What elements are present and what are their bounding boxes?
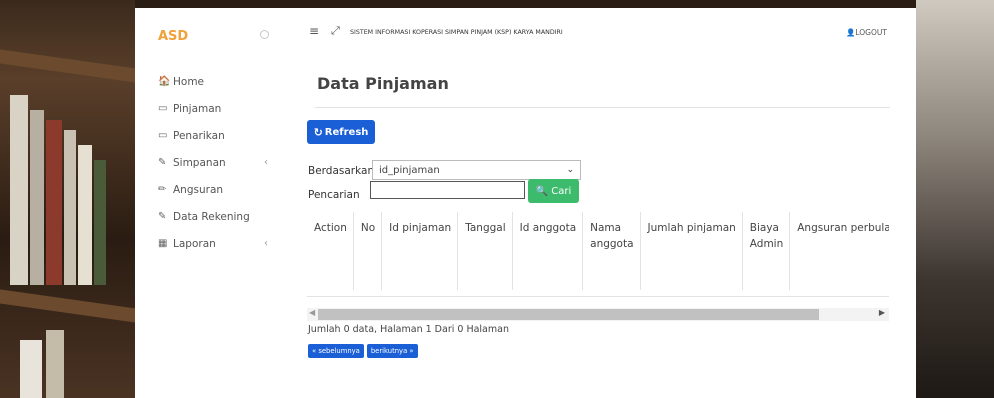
sidebar-item-simpanan[interactable]: ✎ Simpanan ‹ xyxy=(135,149,293,176)
app-title: SISTEM INFORMASI KOPERASI SIMPAN PINJAM … xyxy=(350,29,563,36)
column-header-text: anggota xyxy=(590,238,634,250)
column-header: Id anggota xyxy=(512,212,584,290)
scroll-left-icon[interactable]: ◀ xyxy=(309,308,315,317)
sidebar-item-label: Data Rekening xyxy=(173,210,250,223)
column-header: Biaya Admin xyxy=(742,212,791,290)
sidebar-toggle-icon[interactable] xyxy=(260,30,269,39)
column-header-text: No xyxy=(360,222,376,234)
column-header-text: Id pinjaman xyxy=(389,222,452,234)
pagination-info: Jumlah 0 data, Halaman 1 Dari 0 Halaman xyxy=(308,324,509,335)
sidebar: ASD 🏠 Home ▭ Pinjaman ▭ Penarikan ✎ Simpanan ‹ ✏ A… xyxy=(135,8,293,398)
column-header: Angsuran perbulan xyxy=(789,212,889,290)
sidebar-item-label: Penarikan xyxy=(173,129,225,142)
column-header: Nama anggota xyxy=(582,212,641,290)
filter-field-select[interactable]: id_pinjaman ⌄ xyxy=(372,160,581,180)
sidebar-item-laporan[interactable]: ▦ Laporan ‹ xyxy=(135,230,293,257)
previous-page-button[interactable]: « sebelumnya xyxy=(308,344,364,358)
edit-icon: ✎ xyxy=(158,157,167,168)
pencil-icon: ✏ xyxy=(158,184,167,195)
chevron-down-icon: ⌄ xyxy=(566,165,574,175)
chevron-left-icon: ‹ xyxy=(264,238,268,249)
column-header-text: Action xyxy=(314,222,347,234)
sidebar-item-penarikan[interactable]: ▭ Penarikan xyxy=(135,122,293,149)
select-value: id_pinjaman xyxy=(379,164,440,176)
column-header-text: Id anggota xyxy=(519,222,577,234)
column-header: Jumlah pinjaman xyxy=(640,212,743,290)
hamburger-menu-icon[interactable]: ≡ xyxy=(309,24,319,38)
column-header: Tanggal xyxy=(457,212,513,290)
sidebar-nav: 🏠 Home ▭ Pinjaman ▭ Penarikan ✎ Simpanan ‹ ✏ Angsu… xyxy=(135,68,293,257)
scroll-right-icon[interactable]: ▶ xyxy=(879,308,885,317)
fullscreen-icon[interactable]: ⤢ xyxy=(331,24,340,38)
horizontal-scrollbar[interactable]: ◀ ▶ xyxy=(307,308,889,321)
sidebar-item-label: Laporan xyxy=(173,237,216,250)
credit-card-icon: ▭ xyxy=(158,103,168,114)
background-bookshelf-left xyxy=(0,0,135,398)
search-button[interactable]: 🔍 Cari xyxy=(528,179,579,203)
loan-table: Action No Id pinjaman Tanggal Id anggota Nama… xyxy=(307,212,889,290)
filter-label: Berdasarkan: xyxy=(308,165,378,177)
loan-table-container: Action No Id pinjaman Tanggal Id anggota Nama… xyxy=(307,212,889,297)
column-header: Action xyxy=(307,212,354,290)
page-title: Data Pinjaman xyxy=(317,74,449,93)
sidebar-item-label: Angsuran xyxy=(173,183,224,196)
sidebar-item-label: Pinjaman xyxy=(173,102,222,115)
home-icon: 🏠 xyxy=(158,76,171,87)
brand-logo[interactable]: ASD xyxy=(158,29,188,44)
search-input[interactable] xyxy=(370,181,525,199)
column-header: No xyxy=(353,212,383,290)
search-button-label: Cari xyxy=(551,185,572,197)
main-content: ≡ ⤢ SISTEM INFORMASI KOPERASI SIMPAN PIN… xyxy=(293,8,916,398)
refresh-button[interactable]: ↻ Refresh xyxy=(307,120,375,144)
pagination: « sebelumnya berikutnya » xyxy=(308,344,418,358)
shelf-decoration xyxy=(0,288,135,326)
sidebar-item-label: Home xyxy=(173,75,205,88)
app-window: ASD 🏠 Home ▭ Pinjaman ▭ Penarikan ✎ Simpanan ‹ ✏ A… xyxy=(135,8,916,398)
sidebar-item-home[interactable]: 🏠 Home xyxy=(135,68,293,95)
sidebar-item-data-rekening[interactable]: ✎ Data Rekening xyxy=(135,203,293,230)
column-header-text: Tanggal xyxy=(465,222,506,234)
column-header: Id pinjaman xyxy=(381,212,459,290)
shelf-decoration xyxy=(0,48,135,86)
table-header-row: Action No Id pinjaman Tanggal Id anggota Nama… xyxy=(307,212,889,290)
column-header-text: Admin xyxy=(749,238,784,250)
sidebar-item-angsuran[interactable]: ✏ Angsuran xyxy=(135,176,293,203)
refresh-icon: ↻ xyxy=(313,125,323,139)
divider xyxy=(315,107,890,108)
background-room-right xyxy=(916,0,994,398)
sidebar-item-label: Simpanan xyxy=(173,156,226,169)
column-header-text: Biaya xyxy=(749,222,779,234)
logout-link[interactable]: 👤LOGOUT xyxy=(846,28,887,37)
chevron-left-icon: ‹ xyxy=(264,157,268,168)
topbar: ≡ ⤢ SISTEM INFORMASI KOPERASI SIMPAN PIN… xyxy=(293,8,916,48)
search-label: Pencarian : xyxy=(308,189,373,201)
column-header-text: Angsuran perbulan xyxy=(797,222,889,234)
search-label-text: Pencarian xyxy=(308,189,360,201)
sidebar-item-pinjaman[interactable]: ▭ Pinjaman xyxy=(135,95,293,122)
calendar-icon: ▦ xyxy=(158,238,168,249)
scrollbar-thumb[interactable] xyxy=(318,309,819,320)
column-header-text: Jumlah pinjaman xyxy=(647,222,736,234)
column-header-text: Nama xyxy=(590,222,622,234)
edit-icon: ✎ xyxy=(158,211,167,222)
next-page-button[interactable]: berikutnya » xyxy=(366,344,418,358)
logout-label: LOGOUT xyxy=(855,28,887,37)
refresh-label: Refresh xyxy=(324,126,369,138)
search-icon: 🔍 xyxy=(535,185,549,197)
credit-card-icon: ▭ xyxy=(158,130,168,141)
user-icon: 👤 xyxy=(846,28,856,37)
